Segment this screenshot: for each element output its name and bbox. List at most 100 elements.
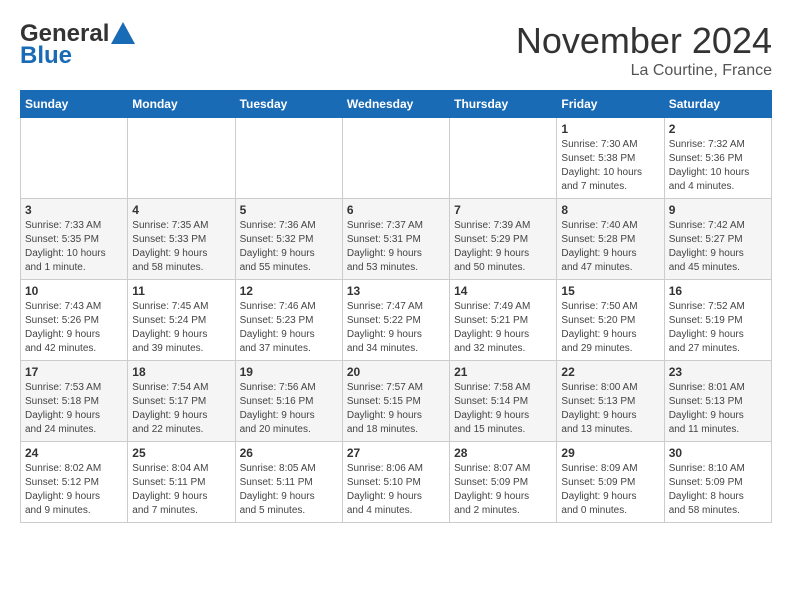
page-header: General Blue November 2024 La Courtine, … bbox=[20, 20, 772, 80]
day-number: 1 bbox=[561, 122, 659, 136]
calendar-week-1: 1 Sunrise: 7:30 AM Sunset: 5:38 PM Daylig… bbox=[21, 118, 772, 199]
calendar-cell: 23 Sunrise: 8:01 AM Sunset: 5:13 PM Dayli… bbox=[664, 361, 771, 442]
weekday-header-friday: Friday bbox=[557, 91, 664, 118]
day-number: 12 bbox=[240, 284, 338, 298]
weekday-header-wednesday: Wednesday bbox=[342, 91, 449, 118]
day-number: 29 bbox=[561, 446, 659, 460]
weekday-header-tuesday: Tuesday bbox=[235, 91, 342, 118]
calendar-cell: 1 Sunrise: 7:30 AM Sunset: 5:38 PM Daylig… bbox=[557, 118, 664, 199]
calendar-cell: 22 Sunrise: 8:00 AM Sunset: 5:13 PM Dayli… bbox=[557, 361, 664, 442]
calendar-cell: 2Sunrise: 7:32 AM Sunset: 5:36 PM Daylig… bbox=[664, 118, 771, 199]
calendar-cell: 16 Sunrise: 7:52 AM Sunset: 5:19 PM Dayli… bbox=[664, 280, 771, 361]
calendar-cell bbox=[128, 118, 235, 199]
day-number: 24 bbox=[25, 446, 123, 460]
calendar-cell: 3 Sunrise: 7:33 AM Sunset: 5:35 PM Daylig… bbox=[21, 199, 128, 280]
calendar-cell: 10 Sunrise: 7:43 AM Sunset: 5:26 PM Dayli… bbox=[21, 280, 128, 361]
day-info: Sunrise: 8:04 AM Sunset: 5:11 PM Dayligh… bbox=[132, 462, 230, 518]
day-number: 18 bbox=[132, 365, 230, 379]
calendar-cell bbox=[235, 118, 342, 199]
day-number: 11 bbox=[132, 284, 230, 298]
day-info: Sunrise: 7:37 AM Sunset: 5:31 PM Dayligh… bbox=[347, 219, 445, 275]
calendar-table: SundayMondayTuesdayWednesdayThursdayFrid… bbox=[20, 90, 772, 523]
day-number: 26 bbox=[240, 446, 338, 460]
calendar-cell: 30Sunrise: 8:10 AM Sunset: 5:09 PM Dayli… bbox=[664, 442, 771, 523]
day-number: 20 bbox=[347, 365, 445, 379]
calendar-week-3: 10 Sunrise: 7:43 AM Sunset: 5:26 PM Dayli… bbox=[21, 280, 772, 361]
calendar-cell: 9Sunrise: 7:42 AM Sunset: 5:27 PM Daylig… bbox=[664, 199, 771, 280]
day-info: Sunrise: 8:02 AM Sunset: 5:12 PM Dayligh… bbox=[25, 462, 123, 518]
day-info: Sunrise: 7:30 AM Sunset: 5:38 PM Dayligh… bbox=[561, 138, 659, 194]
day-info: Sunrise: 7:45 AM Sunset: 5:24 PM Dayligh… bbox=[132, 300, 230, 356]
day-info: Sunrise: 7:33 AM Sunset: 5:35 PM Dayligh… bbox=[25, 219, 123, 275]
day-info: Sunrise: 8:01 AM Sunset: 5:13 PM Dayligh… bbox=[669, 381, 767, 437]
day-number: 16 bbox=[669, 284, 767, 298]
calendar-cell: 17 Sunrise: 7:53 AM Sunset: 5:18 PM Dayli… bbox=[21, 361, 128, 442]
calendar-cell: 25 Sunrise: 8:04 AM Sunset: 5:11 PM Dayli… bbox=[128, 442, 235, 523]
day-info: Sunrise: 7:52 AM Sunset: 5:19 PM Dayligh… bbox=[669, 300, 767, 356]
day-number: 8 bbox=[561, 203, 659, 217]
calendar-week-4: 17 Sunrise: 7:53 AM Sunset: 5:18 PM Dayli… bbox=[21, 361, 772, 442]
day-info: Sunrise: 7:57 AM Sunset: 5:15 PM Dayligh… bbox=[347, 381, 445, 437]
calendar-cell: 7Sunrise: 7:39 AM Sunset: 5:29 PM Daylig… bbox=[450, 199, 557, 280]
day-number: 10 bbox=[25, 284, 123, 298]
day-info: Sunrise: 7:39 AM Sunset: 5:29 PM Dayligh… bbox=[454, 219, 552, 275]
logo-icon bbox=[109, 20, 137, 48]
calendar-cell: 4 Sunrise: 7:35 AM Sunset: 5:33 PM Daylig… bbox=[128, 199, 235, 280]
calendar-cell: 12 Sunrise: 7:46 AM Sunset: 5:23 PM Dayli… bbox=[235, 280, 342, 361]
day-number: 3 bbox=[25, 203, 123, 217]
logo-blue: Blue bbox=[20, 42, 72, 70]
day-info: Sunrise: 7:36 AM Sunset: 5:32 PM Dayligh… bbox=[240, 219, 338, 275]
calendar-cell: 5Sunrise: 7:36 AM Sunset: 5:32 PM Daylig… bbox=[235, 199, 342, 280]
calendar-cell: 28 Sunrise: 8:07 AM Sunset: 5:09 PM Dayli… bbox=[450, 442, 557, 523]
day-info: Sunrise: 7:35 AM Sunset: 5:33 PM Dayligh… bbox=[132, 219, 230, 275]
day-info: Sunrise: 8:07 AM Sunset: 5:09 PM Dayligh… bbox=[454, 462, 552, 518]
day-number: 2 bbox=[669, 122, 767, 136]
calendar-cell: 11 Sunrise: 7:45 AM Sunset: 5:24 PM Dayli… bbox=[128, 280, 235, 361]
calendar-cell: 8 Sunrise: 7:40 AM Sunset: 5:28 PM Daylig… bbox=[557, 199, 664, 280]
day-number: 28 bbox=[454, 446, 552, 460]
day-info: Sunrise: 7:43 AM Sunset: 5:26 PM Dayligh… bbox=[25, 300, 123, 356]
calendar-header-row: SundayMondayTuesdayWednesdayThursdayFrid… bbox=[21, 91, 772, 118]
day-info: Sunrise: 7:50 AM Sunset: 5:20 PM Dayligh… bbox=[561, 300, 659, 356]
day-number: 25 bbox=[132, 446, 230, 460]
calendar-cell: 20 Sunrise: 7:57 AM Sunset: 5:15 PM Dayli… bbox=[342, 361, 449, 442]
month-title: November 2024 bbox=[516, 20, 772, 62]
day-number: 22 bbox=[561, 365, 659, 379]
day-number: 6 bbox=[347, 203, 445, 217]
day-number: 27 bbox=[347, 446, 445, 460]
day-info: Sunrise: 7:54 AM Sunset: 5:17 PM Dayligh… bbox=[132, 381, 230, 437]
day-number: 15 bbox=[561, 284, 659, 298]
day-info: Sunrise: 8:05 AM Sunset: 5:11 PM Dayligh… bbox=[240, 462, 338, 518]
day-info: Sunrise: 8:10 AM Sunset: 5:09 PM Dayligh… bbox=[669, 462, 767, 518]
calendar-cell: 14Sunrise: 7:49 AM Sunset: 5:21 PM Dayli… bbox=[450, 280, 557, 361]
day-info: Sunrise: 7:56 AM Sunset: 5:16 PM Dayligh… bbox=[240, 381, 338, 437]
calendar-week-5: 24 Sunrise: 8:02 AM Sunset: 5:12 PM Dayli… bbox=[21, 442, 772, 523]
calendar-cell: 13Sunrise: 7:47 AM Sunset: 5:22 PM Dayli… bbox=[342, 280, 449, 361]
logo: General Blue bbox=[20, 20, 137, 70]
day-info: Sunrise: 8:00 AM Sunset: 5:13 PM Dayligh… bbox=[561, 381, 659, 437]
calendar-cell: 29 Sunrise: 8:09 AM Sunset: 5:09 PM Dayli… bbox=[557, 442, 664, 523]
day-number: 4 bbox=[132, 203, 230, 217]
title-block: November 2024 La Courtine, France bbox=[516, 20, 772, 80]
weekday-header-saturday: Saturday bbox=[664, 91, 771, 118]
day-number: 17 bbox=[25, 365, 123, 379]
day-number: 14 bbox=[454, 284, 552, 298]
calendar-cell: 26 Sunrise: 8:05 AM Sunset: 5:11 PM Dayli… bbox=[235, 442, 342, 523]
day-info: Sunrise: 7:40 AM Sunset: 5:28 PM Dayligh… bbox=[561, 219, 659, 275]
calendar-cell: 24 Sunrise: 8:02 AM Sunset: 5:12 PM Dayli… bbox=[21, 442, 128, 523]
day-info: Sunrise: 7:53 AM Sunset: 5:18 PM Dayligh… bbox=[25, 381, 123, 437]
day-number: 23 bbox=[669, 365, 767, 379]
calendar-cell: 15 Sunrise: 7:50 AM Sunset: 5:20 PM Dayli… bbox=[557, 280, 664, 361]
calendar-cell bbox=[450, 118, 557, 199]
day-number: 19 bbox=[240, 365, 338, 379]
calendar-cell: 19 Sunrise: 7:56 AM Sunset: 5:16 PM Dayli… bbox=[235, 361, 342, 442]
location: La Courtine, France bbox=[516, 62, 772, 80]
day-info: Sunrise: 7:47 AM Sunset: 5:22 PM Dayligh… bbox=[347, 300, 445, 356]
weekday-header-thursday: Thursday bbox=[450, 91, 557, 118]
calendar-cell: 21Sunrise: 7:58 AM Sunset: 5:14 PM Dayli… bbox=[450, 361, 557, 442]
calendar-week-2: 3 Sunrise: 7:33 AM Sunset: 5:35 PM Daylig… bbox=[21, 199, 772, 280]
day-info: Sunrise: 8:09 AM Sunset: 5:09 PM Dayligh… bbox=[561, 462, 659, 518]
weekday-header-monday: Monday bbox=[128, 91, 235, 118]
day-number: 21 bbox=[454, 365, 552, 379]
day-info: Sunrise: 7:46 AM Sunset: 5:23 PM Dayligh… bbox=[240, 300, 338, 356]
